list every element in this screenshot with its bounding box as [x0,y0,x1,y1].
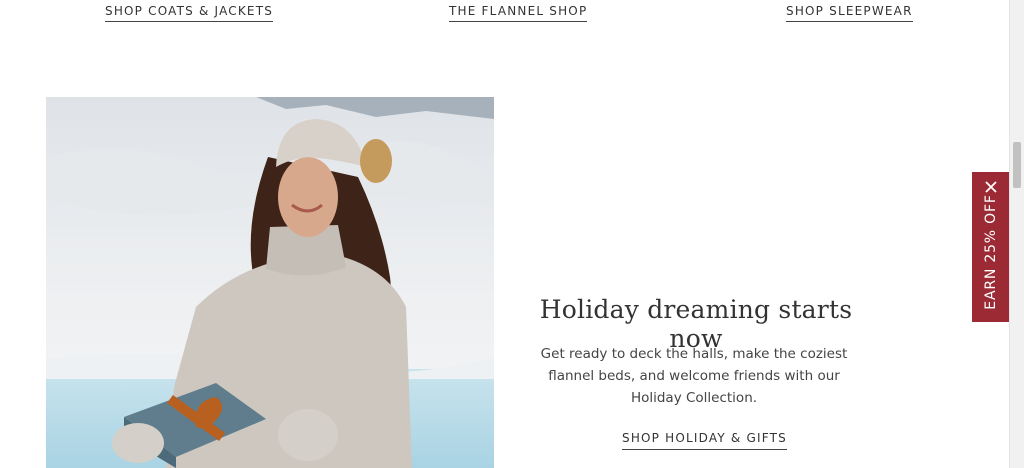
shop-sleepwear-link[interactable]: SHOP SLEEPWEAR [786,4,913,22]
close-icon[interactable] [984,180,998,194]
shop-holiday-gifts-link[interactable]: SHOP HOLIDAY & GIFTS [622,431,787,450]
flannel-shop-link[interactable]: THE FLANNEL SHOP [449,4,588,22]
shop-coats-jackets-link[interactable]: SHOP COATS & JACKETS [105,4,274,22]
hero-image [46,97,494,468]
promo-label: EARN 25% OFF [983,194,999,310]
feature-body-text: Get ready to deck the halls, make the co… [540,346,848,406]
earn-discount-tab[interactable]: EARN 25% OFF [972,172,1010,322]
scrollbar-thumb[interactable] [1013,142,1021,188]
page-scrollbar[interactable] [1009,0,1024,468]
